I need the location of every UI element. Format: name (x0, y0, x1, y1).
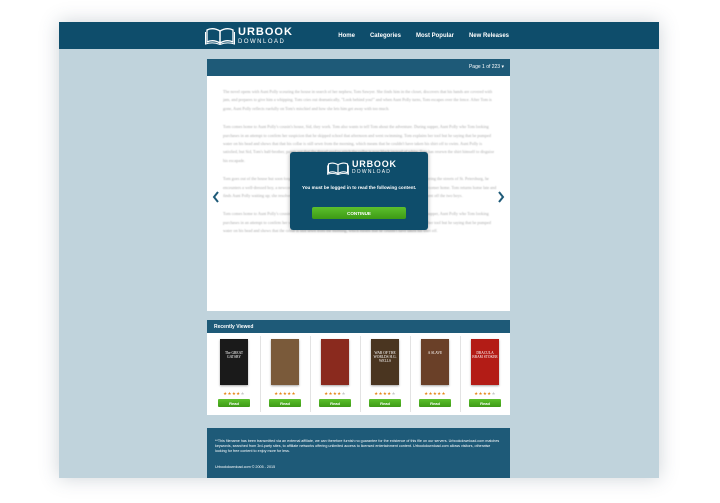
browser-viewport: URBOOK DOWNLOAD Home Categories Most Pop… (59, 22, 659, 478)
site-logo[interactable]: URBOOK DOWNLOAD (205, 25, 293, 46)
continue-button[interactable]: CONTINUE (312, 207, 406, 219)
read-button[interactable]: Read (419, 399, 451, 407)
nav-categories[interactable]: Categories (370, 33, 401, 39)
modal-brand-line2: DOWNLOAD (352, 169, 392, 175)
site-footer: **This filename has been transmitted via… (207, 428, 510, 478)
read-button[interactable]: Read (218, 399, 250, 407)
brand-line1: URBOOK (238, 25, 293, 38)
book-card: ★★★★★ Read (260, 336, 309, 412)
book-card: WAR OF THE WORLDS H.G. WELLS ★★★★★ Read (360, 336, 409, 412)
cover-title: WAR OF THE WORLDS H.G. WELLS (373, 351, 397, 364)
book-cover[interactable]: A SLAVE (421, 339, 449, 385)
login-message: You must be logged in to read the follow… (302, 185, 417, 190)
book-card: ★★★★★ Read (310, 336, 359, 412)
star-icon: ★ (341, 391, 346, 396)
page-selector[interactable]: Page 1 of 223 ▾ (469, 64, 504, 70)
read-button[interactable]: Read (269, 399, 301, 407)
star-icon: ★ (391, 391, 396, 396)
book-card: A SLAVE ★★★★★ Read (410, 336, 459, 412)
star-rating: ★★★★★ (411, 391, 459, 397)
book-card: DRACULA BRAM STOKER ★★★★★ Read (460, 336, 509, 412)
read-button[interactable]: Read (319, 399, 351, 407)
prev-page-arrow-icon[interactable] (211, 190, 221, 204)
cover-title: A SLAVE (427, 351, 443, 355)
book-cover[interactable] (271, 339, 299, 385)
footer-disclaimer: **This filename has been transmitted via… (215, 439, 500, 454)
book-cover[interactable] (321, 339, 349, 385)
modal-logo: URBOOK DOWNLOAD (327, 160, 397, 175)
brand-line2: DOWNLOAD (238, 38, 286, 45)
next-page-arrow-icon[interactable] (496, 190, 506, 204)
top-navbar: URBOOK DOWNLOAD Home Categories Most Pop… (59, 22, 659, 49)
recently-viewed-header: Recently Viewed (207, 320, 510, 333)
nav-home[interactable]: Home (338, 33, 355, 39)
nav-new-releases[interactable]: New Releases (469, 33, 509, 39)
book-paragraph: The novel opens with Aunt Polly scouring… (223, 89, 493, 111)
login-required-modal: URBOOK DOWNLOAD You must be logged in to… (290, 152, 428, 230)
star-rating: ★★★★★ (210, 391, 258, 397)
main-nav: Home Categories Most Popular New Release… (323, 22, 509, 49)
recently-viewed-list: The GREAT GATSBY ★★★★★ Read ★★★★★ Read ★… (207, 333, 510, 415)
star-icon: ★ (441, 391, 446, 396)
star-rating: ★★★★★ (311, 391, 359, 397)
star-rating: ★★★★★ (261, 391, 309, 397)
cover-title: The GREAT GATSBY (224, 351, 244, 360)
star-rating: ★★★★★ (461, 391, 509, 397)
book-cover[interactable]: WAR OF THE WORLDS H.G. WELLS (371, 339, 399, 385)
modal-brand-line1: URBOOK (352, 159, 397, 169)
footer-copyright: Urbookdownload.com © 2005 - 2015 (215, 465, 276, 469)
open-book-icon (205, 28, 235, 45)
reader-header: Page 1 of 223 ▾ (207, 59, 510, 76)
book-cover[interactable]: DRACULA BRAM STOKER (471, 339, 499, 385)
star-icon: ★ (491, 391, 496, 396)
book-card: The GREAT GATSBY ★★★★★ Read (210, 336, 258, 412)
read-button[interactable]: Read (369, 399, 401, 407)
recently-viewed-title: Recently Viewed (214, 324, 254, 330)
star-icon: ★ (240, 391, 245, 396)
open-book-icon (327, 161, 349, 175)
book-cover[interactable]: The GREAT GATSBY (220, 339, 248, 385)
star-icon: ★ (291, 391, 296, 396)
nav-most-popular[interactable]: Most Popular (416, 33, 454, 39)
read-button[interactable]: Read (469, 399, 501, 407)
star-rating: ★★★★★ (361, 391, 409, 397)
cover-title: DRACULA BRAM STOKER (472, 351, 498, 360)
